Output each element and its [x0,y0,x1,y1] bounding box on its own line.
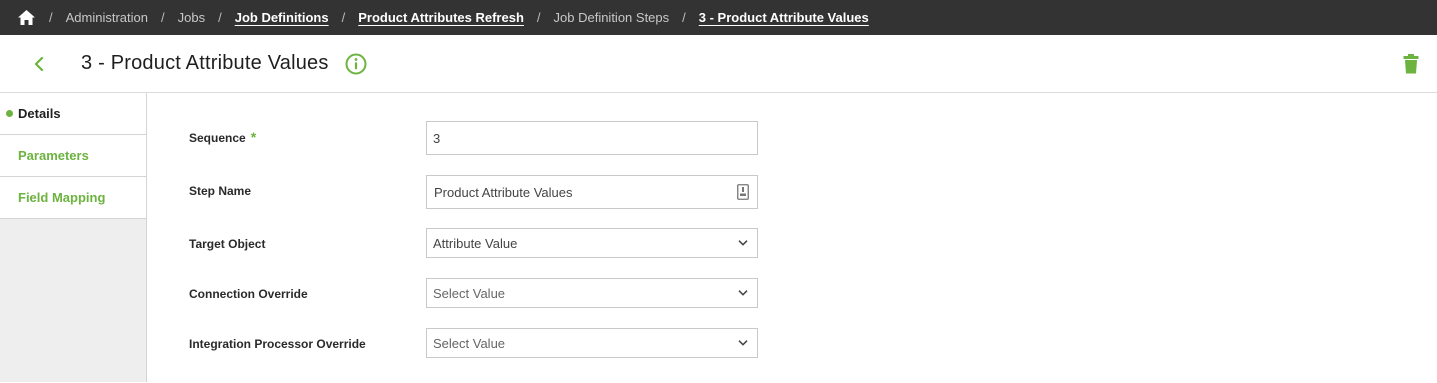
breadcrumb-administration: Administration [65,10,148,25]
breadcrumb-separator: / [682,10,686,25]
breadcrumb-separator: / [341,10,346,25]
integration-processor-override-select[interactable]: Select Value [426,328,758,358]
sequence-label-text: Sequence [189,131,246,145]
chevron-down-icon [738,240,748,247]
step-name-input[interactable]: Product Attribute Values [426,175,758,209]
breadcrumb-product-attributes-refresh[interactable]: Product Attributes Refresh [358,10,524,25]
connection-override-label: Connection Override [189,287,308,301]
trash-icon[interactable] [1403,54,1419,74]
breadcrumb: / Administration / Jobs / Job Definition… [0,0,1437,35]
page-title: 3 - Product Attribute Values [81,52,329,74]
step-name-label: Step Name [189,184,252,198]
page-header: 3 - Product Attribute Values [0,35,1437,93]
sidebar-item-field-mapping[interactable]: Field Mapping [0,177,146,219]
sidebar-item-label: Field Mapping [18,190,106,205]
active-dot-icon [6,110,13,117]
back-chevron-icon [34,56,44,71]
integration-processor-override-value: Select Value [433,335,506,351]
breadcrumb-separator: / [49,10,53,25]
sequence-value: 3 [433,130,441,146]
breadcrumb-jobs: Jobs [177,10,206,25]
sequence-label: Sequence * [189,129,256,145]
info-icon[interactable] [345,53,367,75]
sidebar-item-label: Parameters [18,148,89,163]
breadcrumb-separator: / [536,10,541,25]
step-name-value: Product Attribute Values [434,184,573,200]
breadcrumb-separator: / [161,10,165,25]
target-object-value: Attribute Value [433,235,518,251]
sidebar-item-details[interactable]: Details [0,93,146,135]
target-object-select[interactable]: Attribute Value [426,228,758,258]
breadcrumb-separator: / [218,10,222,25]
home-icon[interactable] [18,10,35,25]
content-area: Details Parameters Field Mapping Sequenc… [0,93,1437,382]
sequence-input[interactable]: 3 [426,121,758,155]
connection-override-value: Select Value [433,285,506,301]
sidebar-item-label: Details [18,106,61,121]
back-button[interactable] [34,55,48,73]
breadcrumb-job-definitions[interactable]: Job Definitions [235,10,329,25]
sidebar: Details Parameters Field Mapping [0,93,147,382]
breadcrumb-job-definition-steps: Job Definition Steps [553,10,670,25]
connection-override-select[interactable]: Select Value [426,278,758,308]
chevron-down-icon [738,340,748,347]
target-object-label: Target Object [189,237,266,251]
chevron-down-icon [738,290,748,297]
context-menu-icon[interactable] [737,184,749,200]
details-form: Sequence * 3 Step Name Product Attribute … [147,93,1437,382]
sidebar-item-parameters[interactable]: Parameters [0,135,146,177]
integration-processor-override-label: Integration Processor Override [189,337,366,351]
breadcrumb-current-step[interactable]: 3 - Product Attribute Values [699,10,869,25]
required-mark: * [250,129,257,145]
